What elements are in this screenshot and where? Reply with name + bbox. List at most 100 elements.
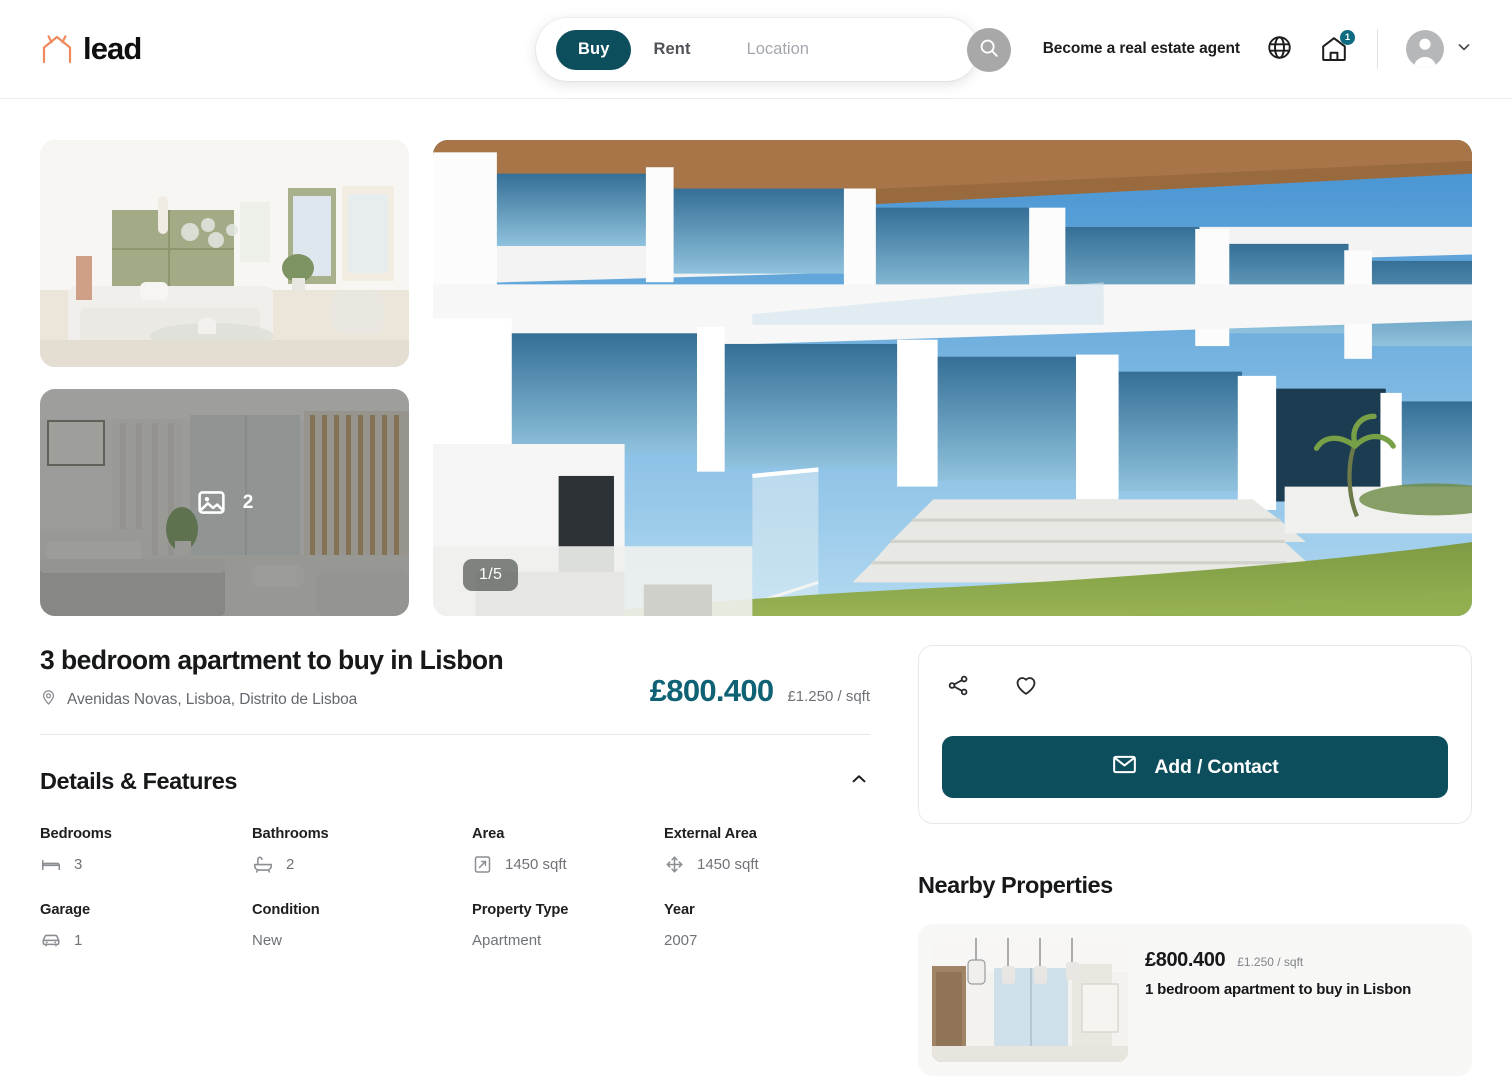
spec-label: Garage: [40, 902, 91, 918]
envelope-icon: [1111, 751, 1138, 784]
header-actions: Become a real estate agent 1: [1043, 29, 1474, 69]
nearby-price-row: £800.400 £1.250 / sqft: [1145, 949, 1411, 972]
share-button[interactable]: [946, 672, 971, 701]
expand-icon: [664, 854, 685, 875]
spec-condition: Condition New: [252, 902, 472, 951]
title-price-row: 3 bedroom apartment to buy in Lisbon Ave…: [40, 645, 870, 711]
nearby-thumbnail: [932, 938, 1128, 1062]
spec-label: Condition: [252, 902, 320, 918]
spec-value: New: [252, 929, 472, 951]
section-divider: [40, 734, 870, 735]
favorite-button[interactable]: [1013, 672, 1039, 701]
area-icon: [472, 854, 493, 875]
spec-value-text: New: [252, 931, 283, 949]
search-tab-buy[interactable]: Buy: [556, 29, 632, 70]
spec-value-text: 2007: [664, 931, 698, 949]
spec-value-text: 1: [74, 931, 83, 949]
spec-label: Bathrooms: [252, 826, 329, 842]
spec-bathrooms: Bathrooms 2: [252, 826, 472, 875]
nearby-properties-title: Nearby Properties: [918, 872, 1113, 898]
page-title: 3 bedroom apartment to buy in Lisbon: [40, 645, 504, 675]
listing-main: 3 bedroom apartment to buy in Lisbon Ave…: [40, 645, 870, 1076]
gallery-hero-image[interactable]: 1/5: [433, 140, 1472, 616]
location-input[interactable]: [730, 40, 967, 59]
nearby-price-per-sqft: £1.250 / sqft: [1237, 955, 1304, 969]
spec-label: External Area: [664, 826, 757, 842]
spec-value-text: 1450 sqft: [697, 855, 759, 873]
page-content: 2 1/5 3 bedroom apartment to buy in Lisb…: [0, 99, 1512, 1076]
address-text: Avenidas Novas, Lisboa, Distrito de Lisb…: [67, 691, 358, 708]
spec-label: Area: [472, 826, 505, 842]
spec-value-text: 2: [286, 855, 295, 873]
location-pin-icon: [40, 689, 57, 711]
contact-card: Add / Contact: [918, 645, 1472, 824]
add-contact-button[interactable]: Add / Contact: [942, 736, 1448, 798]
spec-value: 2007: [664, 929, 870, 951]
heart-icon: [1013, 672, 1039, 701]
spec-value: 1: [40, 929, 252, 951]
photo-gallery: 2 1/5: [40, 140, 1472, 616]
spec-value-text: Apartment: [472, 931, 542, 949]
details-section-header[interactable]: Details & Features: [40, 768, 870, 795]
title-block: 3 bedroom apartment to buy in Lisbon Ave…: [40, 645, 504, 711]
spec-value-text: 1450 sqft: [505, 855, 567, 873]
spec-value: 1450 sqft: [472, 853, 664, 875]
language-button[interactable]: [1266, 34, 1293, 64]
gallery-thumb-1[interactable]: [40, 140, 409, 367]
more-photos-overlay[interactable]: 2: [40, 389, 409, 616]
search-icon: [978, 37, 1000, 62]
nearby-property-name: 1 bedroom apartment to buy in Lisbon: [1145, 981, 1412, 998]
chevron-up-icon[interactable]: [848, 768, 870, 795]
search-tab-rent[interactable]: Rent: [631, 30, 712, 70]
spec-label: Year: [664, 902, 695, 918]
search-bar: Buy Rent: [536, 18, 1011, 81]
site-header: lead Buy Rent Become a real estate agent: [0, 0, 1512, 99]
listing-content: 3 bedroom apartment to buy in Lisbon Ave…: [40, 645, 1472, 1076]
image-icon: [196, 487, 227, 518]
saved-properties-button[interactable]: 1: [1319, 29, 1355, 65]
spec-value: 2: [252, 853, 472, 875]
card-action-icons: [942, 668, 1448, 701]
account-menu[interactable]: [1406, 30, 1474, 68]
car-icon: [40, 929, 62, 951]
nearby-property-card[interactable]: £800.400 £1.250 / sqft 1 bedroom apartme…: [918, 924, 1472, 1076]
spec-value: Apartment: [472, 929, 664, 951]
spec-value-text: 3: [74, 855, 83, 873]
spec-value: 1450 sqft: [664, 853, 870, 875]
listing-address: Avenidas Novas, Lisboa, Distrito de Lisb…: [40, 689, 503, 711]
globe-icon: [1266, 34, 1293, 64]
listing-price: £800.400: [649, 673, 774, 708]
become-agent-link[interactable]: Become a real estate agent: [1043, 40, 1240, 58]
spec-external-area: External Area 1450 sqft: [664, 826, 870, 875]
brand-logo[interactable]: lead: [40, 31, 142, 67]
nearby-card-body: £800.400 £1.250 / sqft 1 bedroom apartme…: [1145, 938, 1411, 1062]
chevron-down-icon: [1454, 37, 1474, 62]
gallery-thumbnails: 2: [40, 140, 409, 616]
gallery-thumb-2[interactable]: 2: [40, 389, 409, 616]
avatar: [1406, 30, 1444, 68]
nearby-price: £800.400: [1145, 949, 1226, 971]
listing-sidebar: Add / Contact Nearby Properties £800.400…: [918, 645, 1472, 1076]
share-icon: [946, 673, 971, 701]
bed-icon: [40, 853, 62, 875]
brand-name: lead: [83, 31, 142, 66]
bathtub-icon: [252, 853, 274, 875]
spec-year: Year 2007: [664, 902, 870, 951]
add-contact-label: Add / Contact: [1154, 755, 1279, 778]
details-grid: Bedrooms 3 Bathrooms 2 Area 1450 sqft Ex…: [40, 826, 870, 951]
gallery-counter: 1/5: [463, 559, 519, 591]
house-outline-icon: [40, 33, 74, 65]
spec-label: Property Type: [472, 902, 569, 918]
spec-label: Bedrooms: [40, 826, 112, 842]
search-button[interactable]: [966, 27, 1011, 72]
spec-bedrooms: Bedrooms 3: [40, 826, 252, 875]
spec-garage: Garage 1: [40, 902, 252, 951]
spec-property-type: Property Type Apartment: [472, 902, 664, 951]
saved-count-badge: 1: [1340, 29, 1355, 45]
price-block: £800.400 £1.250 / sqft: [650, 673, 870, 711]
more-photos-count: 2: [242, 491, 254, 513]
spec-area: Area 1450 sqft: [472, 826, 664, 875]
price-per-sqft: £1.250 / sqft: [787, 688, 870, 705]
spec-value: 3: [40, 853, 252, 875]
details-section-title: Details & Features: [40, 768, 237, 794]
